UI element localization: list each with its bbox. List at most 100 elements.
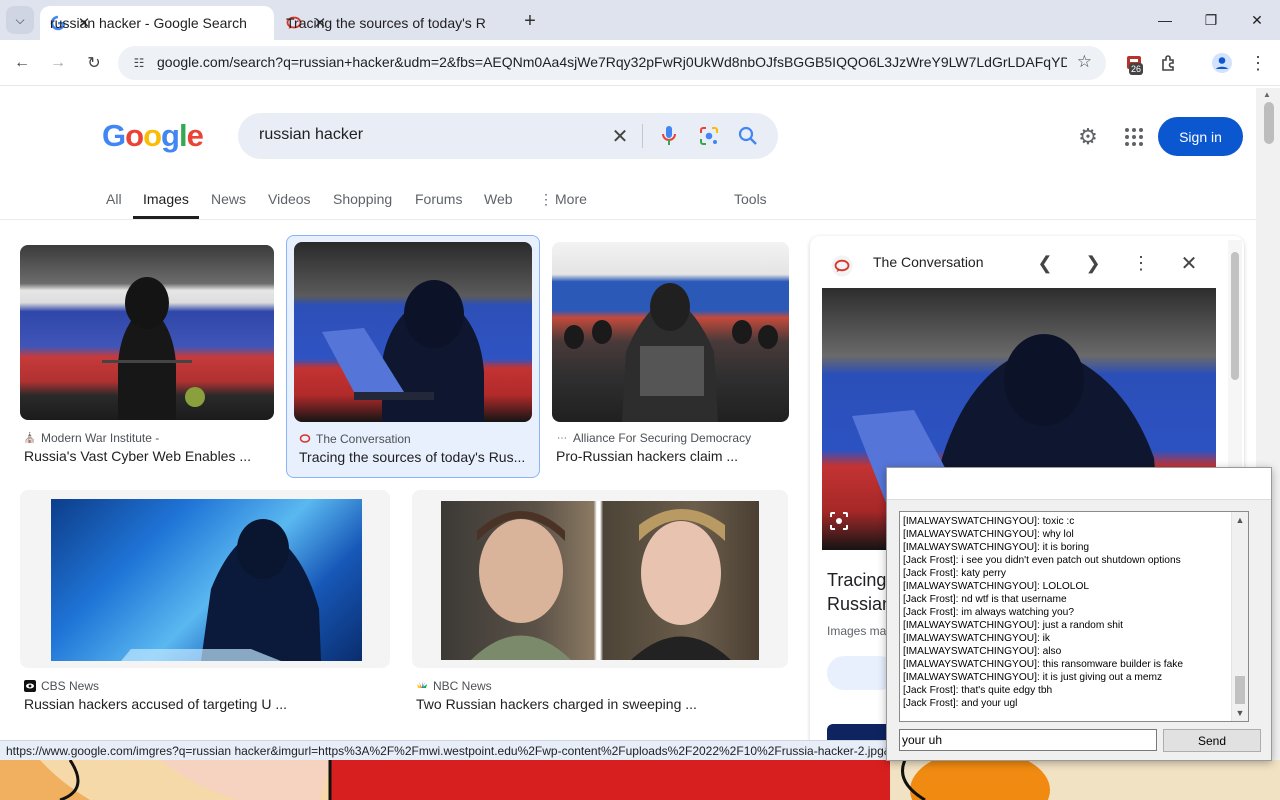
chat-message: [IMALWAYSWATCHINGYOU]: LOLOLOL <box>903 581 1090 592</box>
result-source: NBC News <box>416 679 492 693</box>
tab-images[interactable]: Images <box>143 191 189 207</box>
search-divider <box>642 124 643 148</box>
logo-letter: G <box>102 118 126 153</box>
chat-message: [IMALWAYSWATCHINGYOU]: toxic :c <box>903 516 1075 527</box>
clear-icon[interactable]: ✕ <box>608 124 632 148</box>
arrow-right-icon: → <box>50 54 66 71</box>
result-thumbnail[interactable] <box>20 245 274 420</box>
more-options-icon[interactable]: ⋮ <box>1128 250 1154 276</box>
result-title[interactable]: Pro-Russian hackers claim ... <box>556 448 792 464</box>
restore-button[interactable]: ❐ <box>1188 0 1234 40</box>
chat-message-input[interactable]: your uh <box>899 729 1157 751</box>
tools-button[interactable]: Tools <box>734 191 767 207</box>
result-thumbnail-image <box>51 499 362 661</box>
result-source: ⛪ Modern War Institute - <box>24 431 159 445</box>
result-title[interactable]: Russia's Vast Cyber Web Enables ... <box>24 448 274 464</box>
scroll-up-icon[interactable]: ▲ <box>1263 90 1271 99</box>
tab-shopping[interactable]: Shopping <box>333 191 392 207</box>
reload-button[interactable]: ↻ <box>79 48 109 78</box>
close-window-button[interactable]: ✕ <box>1234 0 1280 40</box>
result-title[interactable]: Two Russian hackers charged in sweeping … <box>416 696 786 712</box>
scroll-up-icon[interactable]: ▲ <box>1232 512 1248 528</box>
settings-gear-icon[interactable]: ⚙ <box>1075 124 1101 150</box>
reload-icon: ↻ <box>87 55 101 72</box>
new-tab-button[interactable]: + <box>518 9 542 33</box>
search-icon[interactable] <box>736 124 760 148</box>
bookmark-star-icon[interactable]: ☆ <box>1077 52 1092 72</box>
image-result-selected[interactable]: The Conversation Tracing the sources of … <box>286 235 540 478</box>
close-preview-icon[interactable]: ✕ <box>1176 250 1202 276</box>
google-apps-icon[interactable] <box>1122 125 1146 149</box>
previous-icon[interactable]: ❮ <box>1032 250 1058 276</box>
chat-log[interactable]: [IMALWAYSWATCHINGYOU]: toxic :c [IMALWAY… <box>899 511 1249 722</box>
back-button[interactable]: ← <box>7 48 37 78</box>
search-box[interactable]: russian hacker ✕ <box>238 113 778 159</box>
tab-search-button[interactable]: ⌵ <box>6 6 34 34</box>
result-thumbnail[interactable] <box>552 242 789 422</box>
chat-message: [Jack Frost]: i see you didn't even patc… <box>903 555 1181 566</box>
tab-forums[interactable]: Forums <box>415 191 462 207</box>
preview-scroll-thumb[interactable] <box>1231 252 1239 380</box>
chat-scroll-thumb[interactable] <box>1235 676 1245 704</box>
minimize-icon: — <box>1158 12 1172 28</box>
url-text[interactable]: google.com/search?q=russian+hacker&udm=2… <box>157 54 1067 70</box>
preview-title[interactable]: Tracing Russian <box>827 568 892 616</box>
result-title[interactable]: Russian hackers accused of targeting U .… <box>24 696 384 712</box>
microphone-icon[interactable] <box>657 124 681 148</box>
profile-avatar-icon[interactable] <box>1209 50 1235 76</box>
tab-the-conversation[interactable]: Tracing the sources of today's R ✕ <box>276 6 510 40</box>
lens-search-icon[interactable] <box>824 506 854 536</box>
image-result[interactable]: CBS News Russian hackers accused of targ… <box>18 490 390 720</box>
image-result[interactable]: ⛪ Modern War Institute - Russia's Vast C… <box>18 242 276 472</box>
chat-message: [IMALWAYSWATCHINGYOU]: ik <box>903 633 1050 644</box>
source-name: CBS News <box>41 679 100 693</box>
tab-news[interactable]: News <box>211 191 246 207</box>
result-thumbnail[interactable] <box>412 490 788 668</box>
result-thumbnail-image <box>441 501 759 660</box>
extension-badge: 26 <box>1129 63 1144 75</box>
extensions-puzzle-icon[interactable] <box>1156 50 1182 76</box>
tab-more[interactable]: More <box>555 191 587 207</box>
chat-message: [IMALWAYSWATCHINGYOU]: why lol <box>903 529 1074 540</box>
minimize-button[interactable]: — <box>1142 0 1188 40</box>
result-thumbnail[interactable] <box>20 490 390 668</box>
preview-copyright-note: Images ma <box>827 624 887 638</box>
close-icon: ✕ <box>1251 11 1263 28</box>
search-nav-tabs: All Images News Videos Shopping Forums W… <box>0 186 1280 220</box>
site-info-icon[interactable]: ☷ <box>130 54 148 72</box>
google-logo[interactable]: Google <box>102 118 204 154</box>
next-icon[interactable]: ❯ <box>1080 250 1106 276</box>
tab-strip: ⌵ russian hacker - Google Search ✕ Traci… <box>0 0 1280 40</box>
image-result[interactable]: ⋯ Alliance For Securing Democracy Pro-Ru… <box>550 242 792 472</box>
result-thumbnail[interactable] <box>294 242 532 422</box>
tab-title: russian hacker - Google Search <box>50 15 247 31</box>
site-icon: ⛪ <box>23 432 37 444</box>
page-scroll-thumb[interactable] <box>1264 102 1274 144</box>
chat-message: [Jack Frost]: im always watching you? <box>903 607 1074 618</box>
send-button[interactable]: Send <box>1163 729 1261 752</box>
lens-camera-icon[interactable] <box>697 124 721 148</box>
search-input[interactable]: russian hacker <box>259 126 363 144</box>
result-title[interactable]: Tracing the sources of today's Rus... <box>299 449 531 465</box>
tab-all[interactable]: All <box>106 191 122 207</box>
chat-message: [IMALWAYSWATCHINGYOU]: also <box>903 646 1062 657</box>
browser-menu-icon[interactable]: ⋮ <box>1245 50 1271 76</box>
chat-message: [Jack Frost]: katy perry <box>903 568 1007 579</box>
tab-videos[interactable]: Videos <box>268 191 311 207</box>
cbs-eye-icon <box>24 680 36 692</box>
tab-google-search[interactable]: russian hacker - Google Search ✕ <box>40 6 274 40</box>
result-source: CBS News <box>24 679 99 693</box>
forward-button[interactable]: → <box>43 48 73 78</box>
desktop-wallpaper <box>0 760 1280 800</box>
address-bar[interactable]: ☷ google.com/search?q=russian+hacker&udm… <box>118 46 1106 80</box>
scroll-down-icon[interactable]: ▼ <box>1232 705 1248 721</box>
more-menu-icon[interactable]: ⋮ <box>539 191 553 208</box>
chat-scrollbar[interactable]: ▲ ▼ <box>1231 512 1248 721</box>
preview-source[interactable]: The Conversation <box>873 254 984 270</box>
tab-title: Tracing the sources of today's R <box>286 15 486 31</box>
sign-in-button[interactable]: Sign in <box>1158 117 1243 156</box>
tab-web[interactable]: Web <box>484 191 513 207</box>
image-result[interactable]: NBC News Two Russian hackers charged in … <box>410 490 790 720</box>
browser-toolbar: ← → ↻ ☷ google.com/search?q=russian+hack… <box>0 40 1280 86</box>
logo-letter: g <box>161 118 180 153</box>
